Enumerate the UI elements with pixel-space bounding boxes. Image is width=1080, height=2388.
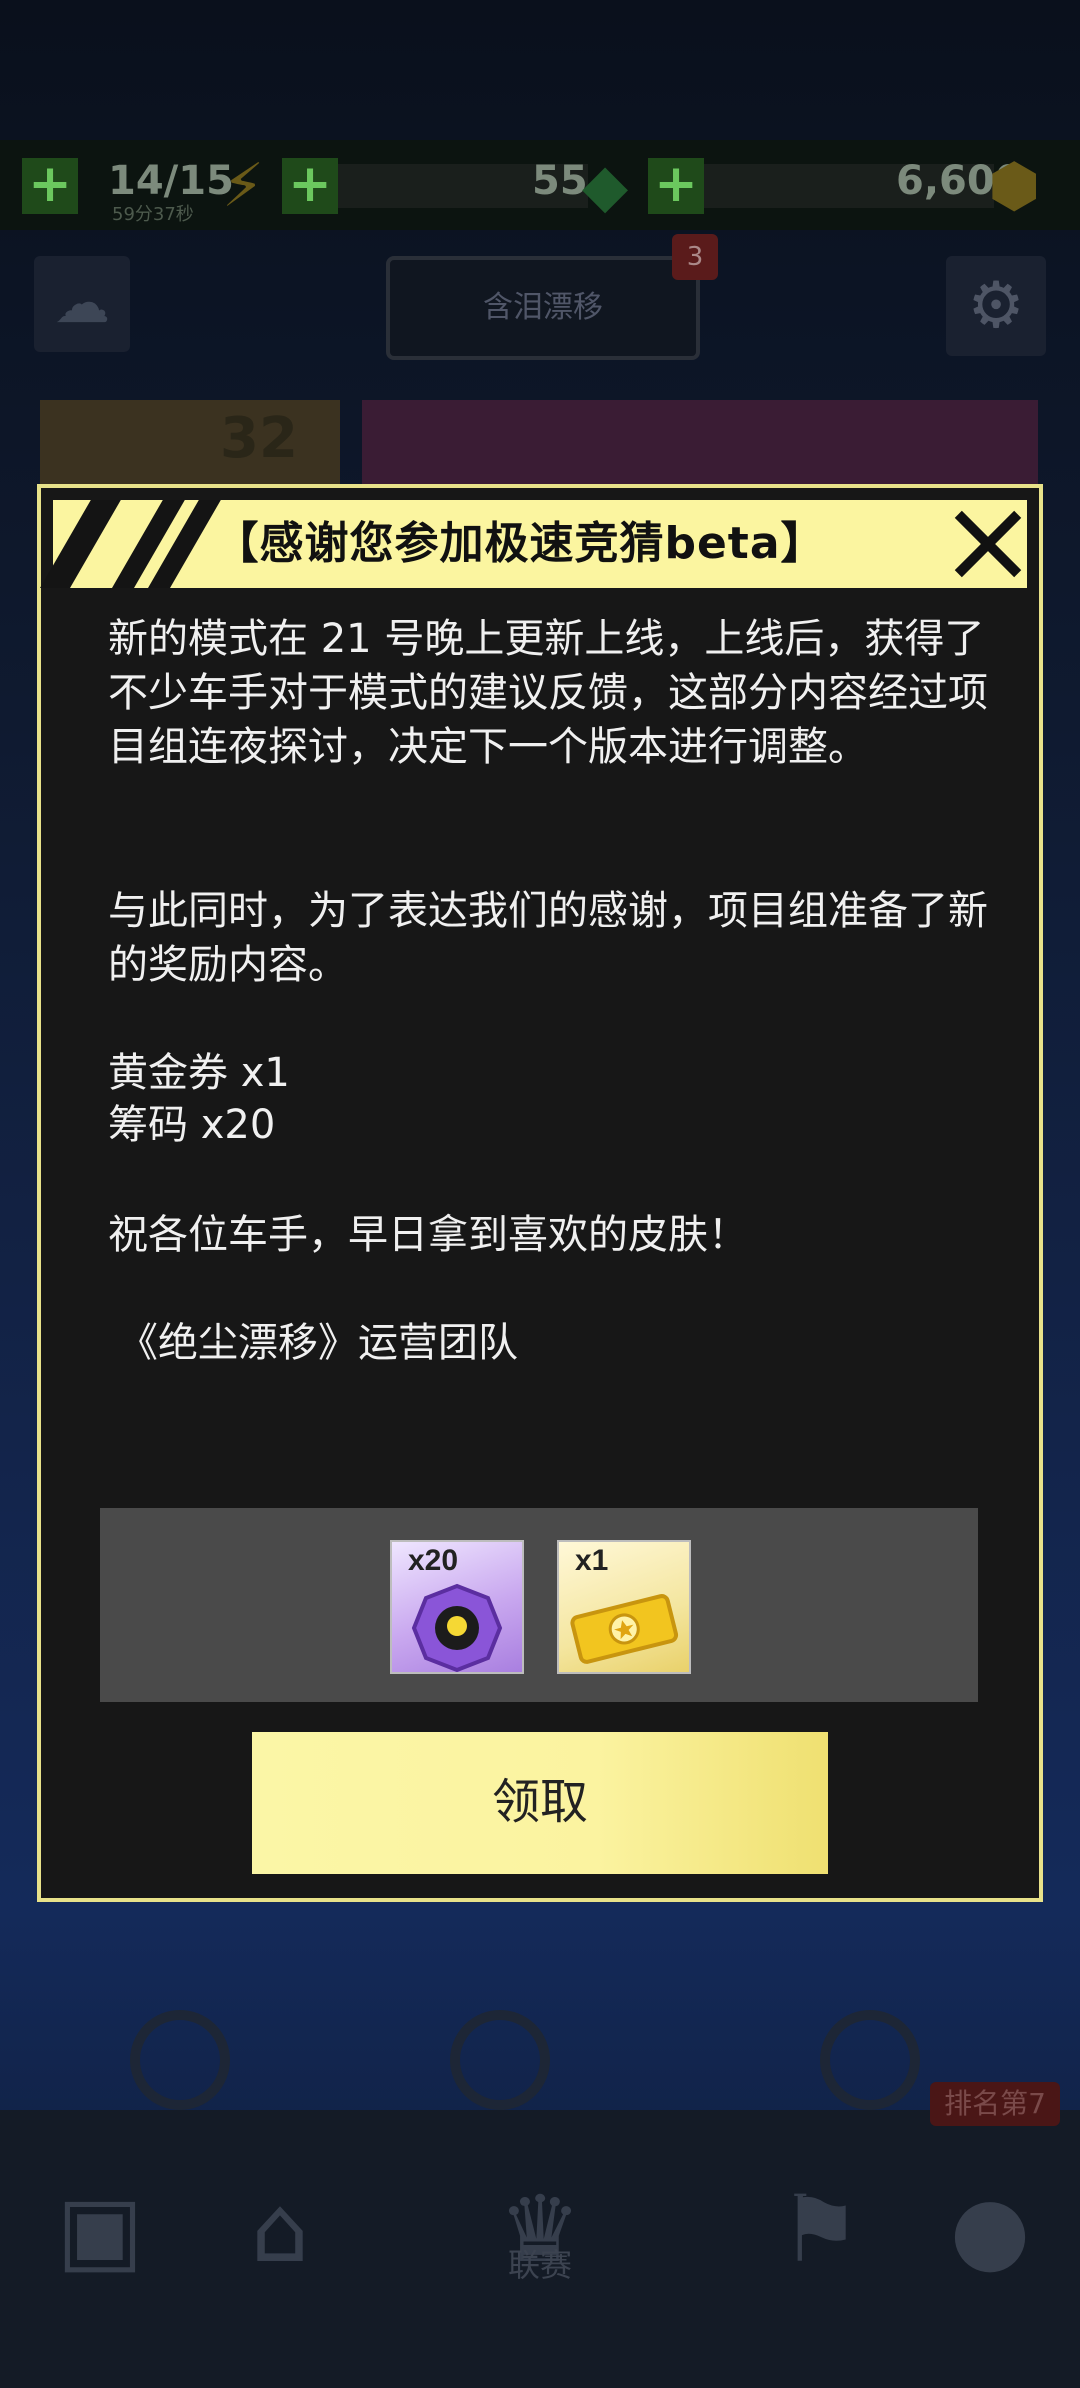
event-banner-label: 含泪漂移 [483, 290, 603, 325]
add-gems-button[interactable]: + [282, 158, 338, 214]
reward-quantity: x20 [408, 1544, 459, 1577]
message-paragraph-3: 祝各位车手，早日拿到喜欢的皮肤！ [108, 1212, 748, 1258]
nav-shop-icon[interactable]: ▣ [40, 2170, 160, 2290]
dialog-title: 【感谢您参加极速竞猜beta】 [214, 518, 826, 569]
reward-item-gold-ticket[interactable]: x1 [557, 1540, 691, 1674]
add-fuel-button[interactable]: + [22, 158, 78, 214]
close-button[interactable] [950, 506, 1026, 582]
reward-item-chips[interactable]: x20 [390, 1540, 524, 1674]
league-card[interactable]: 32 [40, 400, 340, 490]
tire-icon [820, 2010, 920, 2110]
gem-count: 55 [532, 158, 588, 204]
notification-badge: 3 [672, 234, 718, 280]
claim-button-label: 领取 [491, 1776, 588, 1829]
gear-icon[interactable]: ⚙ [946, 256, 1046, 356]
coin-resource: + 6,600 ⬢ [648, 150, 1058, 222]
fuel-count: 14/15 [108, 158, 234, 204]
nav-garage-icon[interactable]: ⌂ [220, 2170, 340, 2290]
chip-icon [411, 1583, 503, 1672]
nav-league-label: 联赛 [507, 2246, 572, 2284]
message-paragraph-1: 新的模式在 21 号晚上更新上线，上线后，获得了不少车手对于模式的建议反馈，这部… [108, 616, 988, 770]
fuel-resource: + 14/15 59分37秒 ⚡ [22, 150, 282, 225]
coin-icon: ⬢ [988, 151, 1041, 221]
gem-icon: ◆ [582, 151, 629, 221]
tire-icon [450, 2010, 550, 2110]
nav-profile-helmet-icon[interactable]: ● [930, 2170, 1050, 2290]
season-progress-card[interactable] [362, 400, 1038, 490]
league-points: 32 [220, 406, 298, 471]
claim-button[interactable]: 领取 [252, 1732, 828, 1874]
cloud-sync-icon[interactable]: ☁ [34, 256, 130, 352]
nav-race-flags-icon[interactable]: ⚑ [760, 2170, 880, 2290]
reward-line-gold-ticket: 黄金券 x1 [108, 1050, 290, 1096]
add-coins-button[interactable]: + [648, 158, 704, 214]
rank-badge: 排名第7 [930, 2082, 1060, 2126]
message-signature: 《绝尘漂移》运营团队 [118, 1320, 518, 1366]
gem-resource: + 55 ◆ [282, 150, 642, 222]
gold-ticket-icon [570, 1594, 679, 1664]
message-paragraph-2: 与此同时，为了表达我们的感谢，项目组准备了新的奖励内容。 [108, 888, 988, 988]
tire-icon [130, 2010, 230, 2110]
fuel-timer: 59分37秒 [112, 204, 194, 225]
rewards-panel [100, 1508, 978, 1702]
reward-line-chips: 筹码 x20 [108, 1102, 276, 1148]
event-banner[interactable]: 含泪漂移 [386, 256, 700, 360]
lightning-icon: ⚡ [222, 151, 265, 221]
reward-quantity: x1 [575, 1544, 609, 1577]
